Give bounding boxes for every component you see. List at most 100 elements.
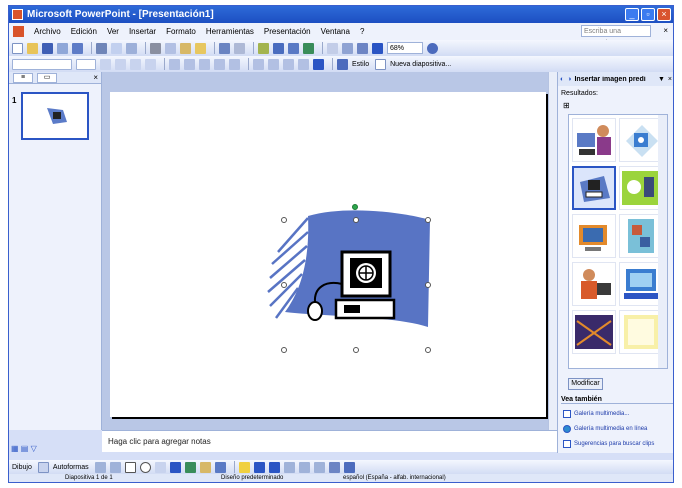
rotation-handle[interactable] [352, 204, 358, 210]
italic-icon[interactable] [115, 58, 126, 70]
print-icon[interactable] [96, 42, 107, 54]
resize-handle-top-left[interactable] [281, 217, 287, 223]
cut-icon[interactable] [150, 42, 161, 54]
clipart-collage[interactable] [619, 214, 663, 258]
expand-all-icon[interactable] [327, 42, 338, 54]
maximize-button[interactable]: ▫ [641, 8, 655, 21]
bold-icon[interactable] [100, 58, 111, 70]
wordart-icon[interactable] [169, 461, 181, 473]
results-icon[interactable]: ⊞ [563, 101, 570, 110]
increase-indent-icon[interactable] [298, 58, 309, 70]
3d-style-icon[interactable] [343, 461, 355, 473]
resize-handle-bottom-left[interactable] [281, 347, 287, 353]
resize-handle-left[interactable] [281, 282, 287, 288]
task-pane-close-icon[interactable]: × [668, 76, 672, 83]
clipart-laptop[interactable] [619, 262, 663, 306]
underline-icon[interactable] [130, 58, 141, 70]
menu-archivo[interactable]: Archivo [29, 27, 66, 36]
spelling-icon[interactable] [126, 42, 137, 54]
font-select[interactable] [12, 58, 72, 70]
line-style-icon[interactable] [283, 461, 295, 473]
view-buttons[interactable]: ▦ ▤ ▽ [9, 444, 102, 454]
show-formatting-icon[interactable] [342, 42, 353, 54]
tab-slides[interactable]: ▭ [37, 72, 57, 83]
link-media-gallery-label[interactable]: Galería multimedia... [574, 411, 629, 417]
link-online-gallery[interactable]: Galería multimedia en línea [563, 425, 647, 433]
resize-handle-bottom-right[interactable] [425, 347, 431, 353]
menu-ver[interactable]: Ver [102, 27, 124, 36]
clipart-computer-selected[interactable] [572, 166, 616, 210]
clipart-monitor[interactable] [572, 214, 616, 258]
menu-ayuda[interactable]: ? [355, 27, 369, 36]
new-slide-icon[interactable] [375, 58, 387, 70]
diagram-icon[interactable] [184, 461, 196, 473]
resize-handle-top-right[interactable] [425, 217, 431, 223]
grid-icon[interactable] [357, 42, 368, 54]
modify-button[interactable]: Modificar [568, 378, 603, 390]
link-online-gallery-label[interactable]: Galería multimedia en línea [574, 426, 647, 432]
menu-ventana[interactable]: Ventana [316, 27, 355, 36]
font-size-select[interactable] [76, 58, 96, 70]
menu-presentacion[interactable]: Presentación [259, 27, 316, 36]
link-search-tips-label[interactable]: Sugerencias para buscar clips [574, 441, 654, 447]
font-color-icon[interactable] [313, 58, 324, 70]
forward-icon[interactable]: ◑ [567, 76, 571, 83]
notes-pane[interactable]: Haga clic para agregar notas [102, 430, 557, 452]
color-grayscale-icon[interactable] [372, 42, 383, 54]
menu-edicion[interactable]: Edición [66, 27, 102, 36]
task-pane-dropdown-icon[interactable]: ▼ [658, 76, 665, 83]
arrow-icon[interactable] [109, 461, 121, 473]
autoshapes-menu-button[interactable]: Autoformas [53, 464, 89, 471]
zoom-select[interactable]: 68% [387, 42, 423, 54]
increase-font-icon[interactable] [253, 58, 264, 70]
shadow-style-icon[interactable] [328, 461, 340, 473]
align-right-icon[interactable] [199, 58, 210, 70]
document-close-icon[interactable]: × [663, 26, 668, 35]
computer-clipart-icon[interactable] [110, 92, 546, 417]
decrease-indent-icon[interactable] [283, 58, 294, 70]
insert-table-icon[interactable] [273, 42, 284, 54]
panel-close-icon[interactable]: × [93, 73, 98, 82]
clipart-business-people[interactable] [572, 262, 616, 306]
font-color-draw-icon[interactable] [268, 461, 280, 473]
format-painter-icon[interactable] [195, 42, 206, 54]
new-slide-button-label[interactable]: Nueva diapositiva... [390, 61, 451, 68]
menu-formato[interactable]: Formato [161, 27, 201, 36]
clipart-network[interactable] [572, 310, 616, 354]
align-left-icon[interactable] [169, 58, 180, 70]
menu-herramientas[interactable]: Herramientas [201, 27, 259, 36]
insert-chart-icon[interactable] [258, 42, 269, 54]
help-icon[interactable] [427, 42, 438, 54]
link-media-gallery[interactable]: Galería multimedia... [563, 410, 629, 418]
select-objects-icon[interactable] [37, 461, 49, 473]
resize-handle-bottom[interactable] [353, 347, 359, 353]
minimize-button[interactable]: _ [625, 8, 639, 21]
design-icon[interactable] [337, 58, 348, 70]
align-center-icon[interactable] [184, 58, 195, 70]
clipart-yellow-frame[interactable] [619, 310, 663, 354]
menu-insertar[interactable]: Insertar [124, 27, 161, 36]
undo-icon[interactable] [219, 42, 230, 54]
slide-thumbnail[interactable] [21, 92, 89, 140]
open-folder-icon[interactable] [27, 42, 38, 54]
oval-icon[interactable] [139, 461, 151, 473]
dash-style-icon[interactable] [298, 461, 310, 473]
arrow-style-icon[interactable] [313, 461, 325, 473]
decrease-font-icon[interactable] [268, 58, 279, 70]
slide-canvas[interactable] [110, 92, 546, 417]
line-color-icon[interactable] [253, 461, 265, 473]
permission-icon[interactable] [57, 42, 68, 54]
new-document-icon[interactable] [12, 42, 23, 54]
document-icon[interactable] [13, 26, 24, 37]
clipart-person-computer[interactable] [572, 118, 616, 162]
bullets-icon[interactable] [229, 58, 240, 70]
paste-icon[interactable] [180, 42, 191, 54]
clipart-scrollbar[interactable] [658, 115, 667, 368]
textbox-icon[interactable] [154, 461, 166, 473]
resize-handle-top[interactable] [353, 217, 359, 223]
design-button-label[interactable]: Estilo [352, 61, 369, 68]
save-icon[interactable] [42, 42, 53, 54]
close-button[interactable]: × [657, 8, 671, 21]
clipart-tech-green[interactable] [619, 166, 663, 210]
draw-menu-button[interactable]: Dibujo [12, 464, 32, 471]
